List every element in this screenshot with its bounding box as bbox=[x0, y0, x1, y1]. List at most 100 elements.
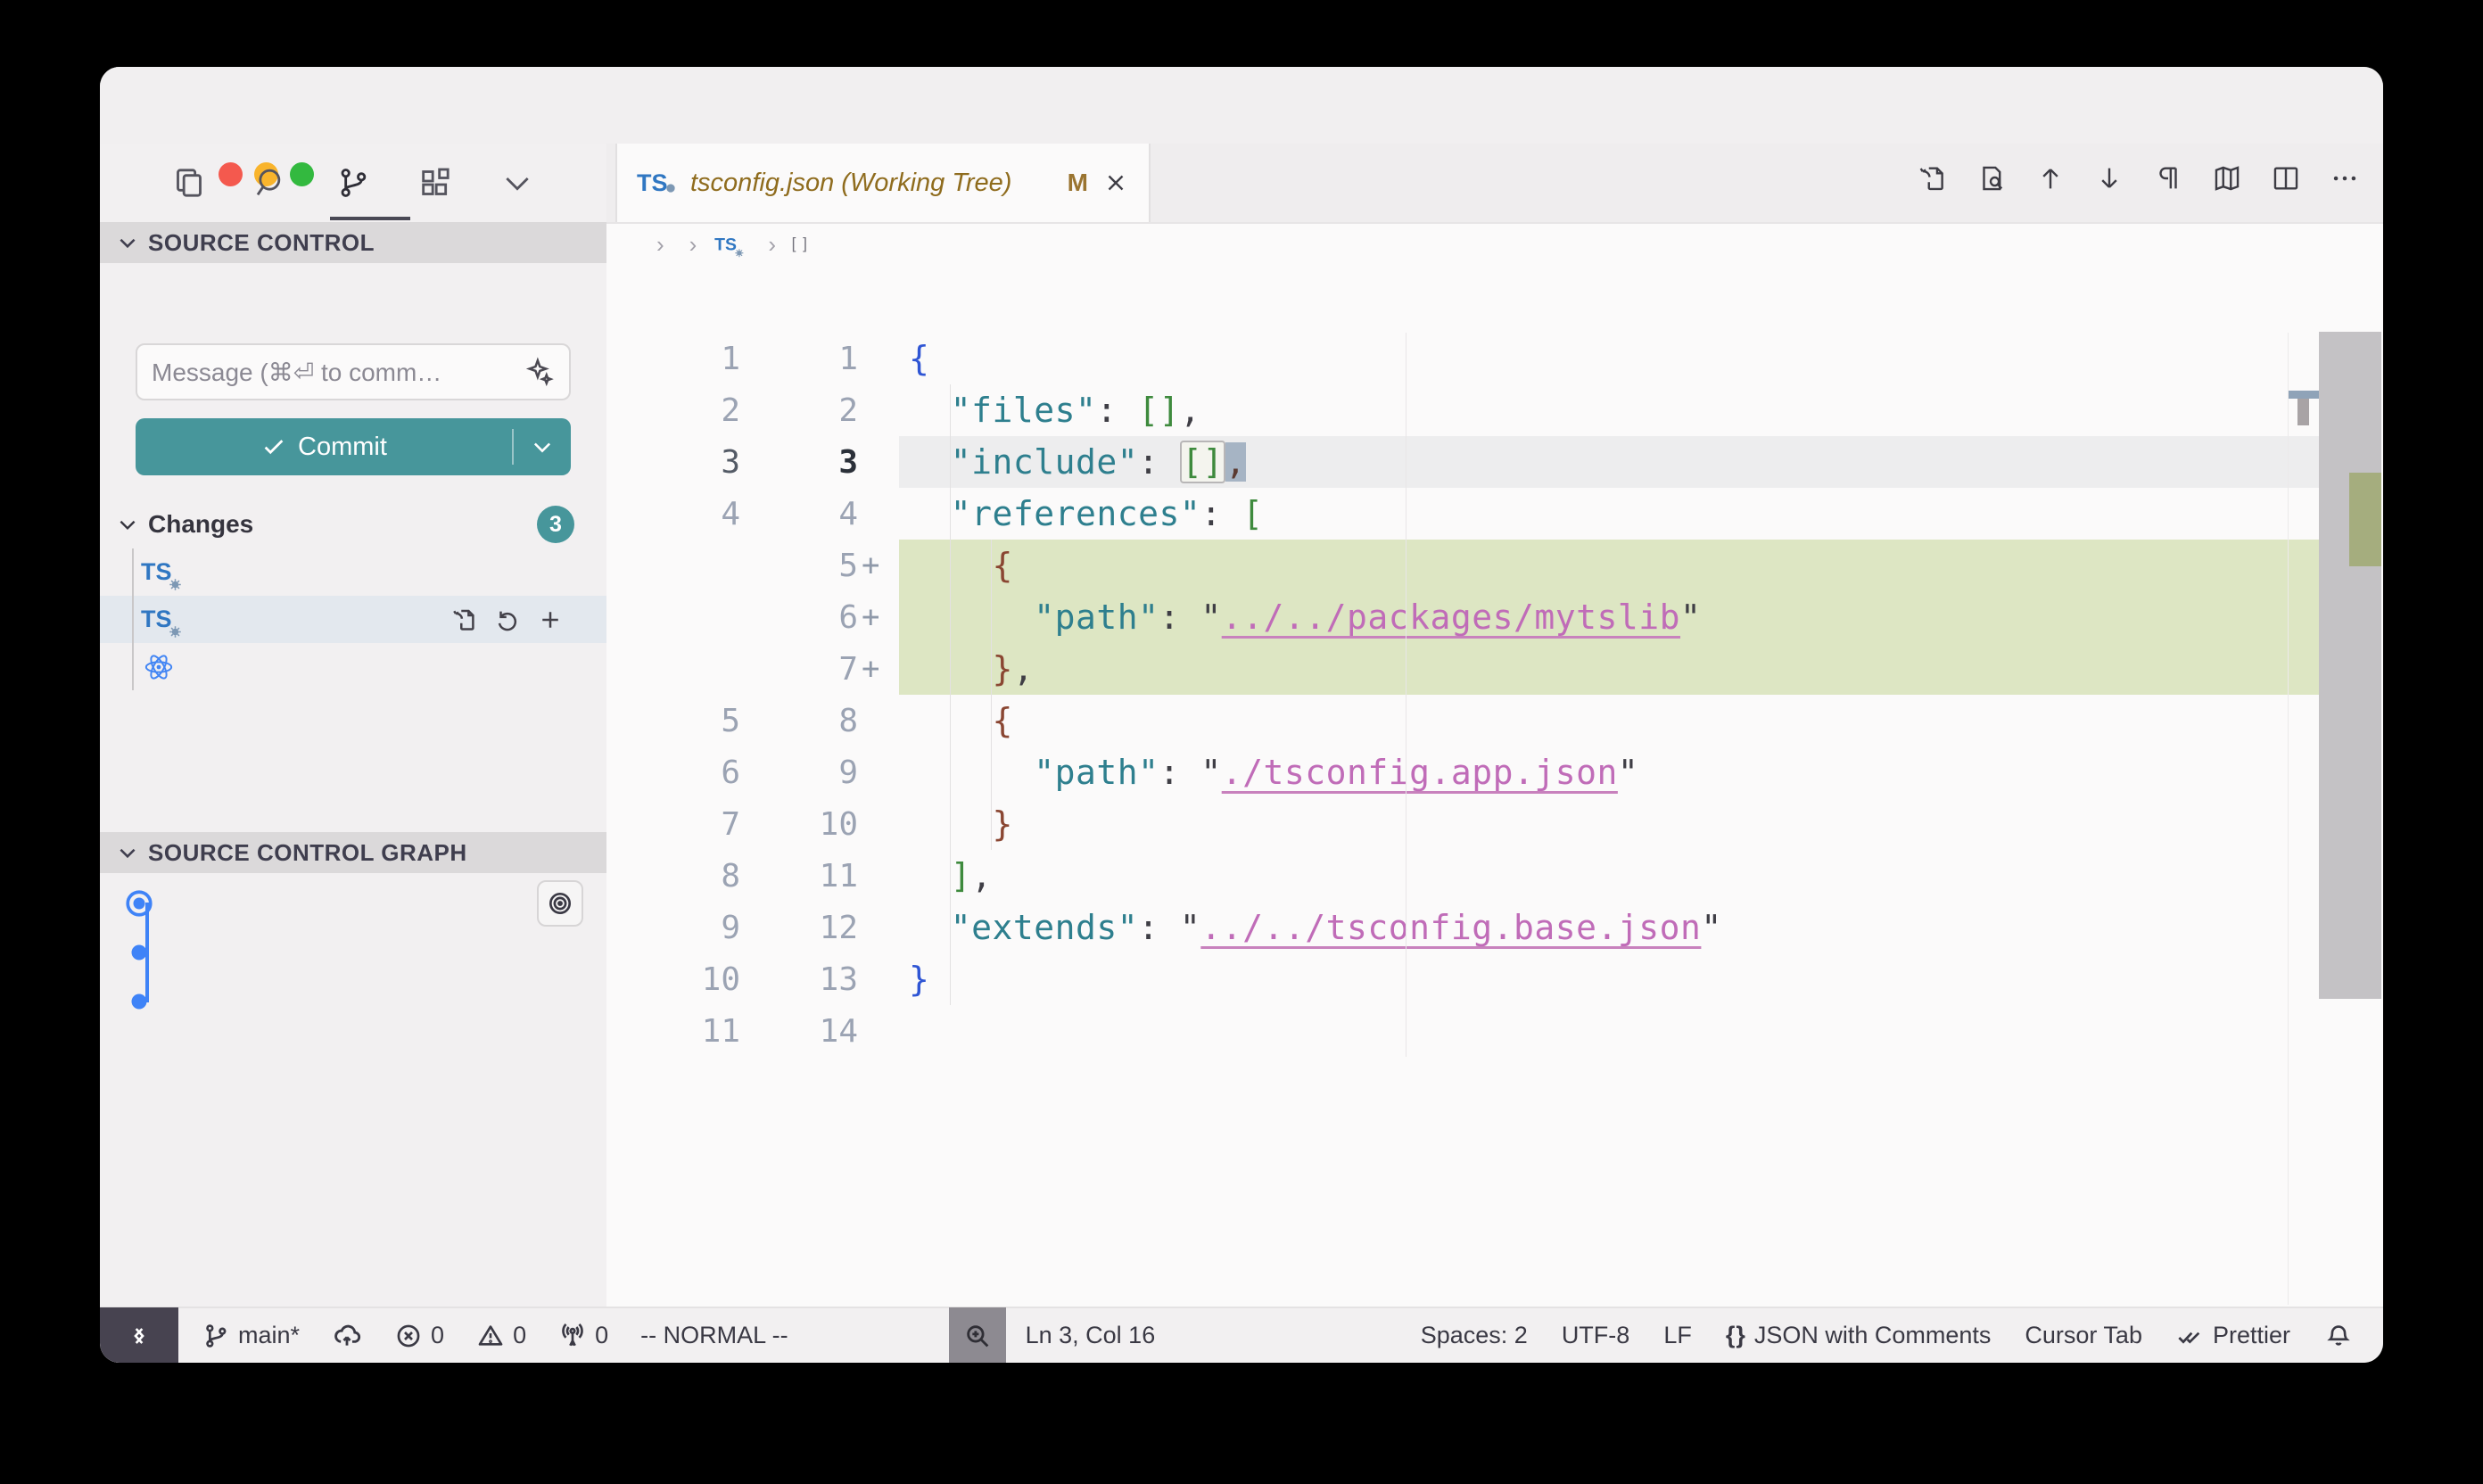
vscode-window: tsmono SOURCE CONTROL Message (⌘⏎ to com… bbox=[100, 67, 2383, 1363]
remote-indicator[interactable] bbox=[100, 1307, 178, 1363]
code-line-2[interactable]: 2 2 "files": [], bbox=[606, 384, 2383, 436]
extensions-icon[interactable] bbox=[417, 165, 453, 201]
goto-commit-target-button[interactable] bbox=[537, 880, 583, 927]
whitespace-pilcrow-icon[interactable] bbox=[2153, 163, 2183, 194]
word-wrap-map-icon[interactable] bbox=[2212, 163, 2242, 194]
warning-icon bbox=[476, 1322, 505, 1350]
code-text: { bbox=[885, 339, 929, 378]
cursor-position[interactable]: Ln 3, Col 16 bbox=[1026, 1322, 1156, 1349]
commit-row[interactable] bbox=[100, 928, 606, 977]
code-line-14[interactable]: 11 14 bbox=[606, 1005, 2383, 1057]
code-line-7[interactable]: 7 + }, bbox=[606, 643, 2383, 695]
editor-toolbar bbox=[1918, 163, 2360, 194]
open-file-icon[interactable] bbox=[451, 606, 478, 633]
braces-icon: {} bbox=[1726, 1322, 1746, 1349]
code-line-8[interactable]: 5 8 { bbox=[606, 695, 2383, 746]
discard-changes-icon[interactable] bbox=[494, 606, 521, 633]
new-line-number: 3 bbox=[740, 444, 858, 481]
status-item[interactable] bbox=[332, 1321, 362, 1351]
status-item-main-[interactable]: main* bbox=[202, 1322, 300, 1350]
code-line-3[interactable]: 3 3 "include": [], bbox=[606, 436, 2383, 488]
status-item-prettier[interactable]: Prettier bbox=[2176, 1322, 2290, 1350]
new-line-number: 9 bbox=[740, 754, 858, 791]
split-editor-icon[interactable] bbox=[2271, 163, 2301, 194]
breadcrumb-item[interactable]: [ ] bbox=[788, 232, 819, 257]
status-item-0[interactable]: 0 bbox=[558, 1322, 608, 1350]
source-control-title: SOURCE CONTROL bbox=[148, 229, 375, 257]
zoom-indicator[interactable] bbox=[949, 1307, 1006, 1363]
code-line-5[interactable]: 5 + { bbox=[606, 540, 2383, 591]
new-line-number: 2 bbox=[740, 392, 858, 429]
commit-label: Commit bbox=[298, 433, 387, 462]
more-actions-icon[interactable] bbox=[2330, 163, 2360, 194]
tab-title: tsconfig.json (Working Tree) bbox=[690, 169, 1053, 198]
tab-tsconfig-working-tree[interactable]: TS tsconfig.json (Working Tree) M bbox=[615, 144, 1151, 222]
status-item-json-with-comments[interactable]: {}JSON with Comments bbox=[1726, 1322, 1992, 1349]
code-diff-view[interactable]: 1 1 { 2 2 "files": [], 3 3 "include": []… bbox=[606, 333, 2383, 1064]
file-row-tsconfig.app.json[interactable]: TS bbox=[100, 548, 606, 596]
commit-message-input[interactable]: Message (⌘⏎ to comm… bbox=[136, 343, 571, 400]
search-view-icon[interactable] bbox=[253, 165, 289, 201]
close-tab-icon[interactable] bbox=[1102, 169, 1129, 196]
code-text: "files": [], bbox=[885, 391, 1200, 430]
old-line-number: 9 bbox=[606, 910, 740, 946]
breadcrumb-separator: › bbox=[768, 231, 776, 259]
status-item-cursor-tab[interactable]: Cursor Tab bbox=[2025, 1322, 2142, 1349]
commit-graph-dot bbox=[100, 986, 178, 1017]
code-text: } bbox=[885, 960, 929, 999]
code-line-6[interactable]: 6 + "path": "../../packages/mytslib" bbox=[606, 591, 2383, 643]
file-row-tsconfig.json[interactable]: TS bbox=[100, 596, 606, 643]
inline-view-icon[interactable] bbox=[1976, 163, 2007, 194]
vertical-scrollbar[interactable] bbox=[2319, 332, 2381, 999]
status-item[interactable] bbox=[2324, 1322, 2353, 1350]
commit-row[interactable] bbox=[100, 977, 606, 1026]
code-text: "extends": "../../tsconfig.base.json" bbox=[885, 908, 1722, 947]
changes-section-header[interactable]: Changes 3 bbox=[100, 504, 606, 545]
status-item--normal-[interactable]: -- NORMAL -- bbox=[640, 1322, 788, 1349]
new-line-number: 1 bbox=[740, 341, 858, 377]
status-item-0[interactable]: 0 bbox=[476, 1322, 526, 1350]
code-line-10[interactable]: 7 10 } bbox=[606, 798, 2383, 850]
code-line-1[interactable]: 1 1 { bbox=[606, 333, 2383, 384]
source-control-graph-header[interactable]: SOURCE CONTROL GRAPH bbox=[100, 832, 606, 873]
indent-guide-level2 bbox=[991, 540, 992, 850]
screenshot-stage: tsmono SOURCE CONTROL Message (⌘⏎ to com… bbox=[0, 0, 2483, 1484]
source-control-sidebar: SOURCE CONTROL Message (⌘⏎ to comm… Comm… bbox=[100, 222, 606, 1307]
previous-change-icon[interactable] bbox=[2035, 163, 2066, 194]
file-row-app.tsx[interactable] bbox=[100, 643, 606, 690]
code-line-9[interactable]: 6 9 "path": "./tsconfig.app.json" bbox=[606, 746, 2383, 798]
new-line-number: 12 bbox=[740, 910, 858, 946]
code-line-11[interactable]: 8 11 ], bbox=[606, 850, 2383, 902]
source-control-section-header[interactable]: SOURCE CONTROL bbox=[100, 222, 606, 263]
breadcrumb-item[interactable]: TS bbox=[709, 229, 755, 260]
sparkle-icon[interactable] bbox=[524, 357, 555, 387]
code-line-12[interactable]: 9 12 "extends": "../../tsconfig.base.jso… bbox=[606, 902, 2383, 953]
changed-files-list: TS TS bbox=[100, 548, 606, 690]
open-file-icon[interactable] bbox=[1918, 163, 1948, 194]
commit-button[interactable]: Commit bbox=[136, 418, 571, 475]
old-line-number: 2 bbox=[606, 392, 740, 429]
source-control-view-icon[interactable] bbox=[335, 165, 371, 201]
explorer-icon[interactable] bbox=[171, 165, 207, 201]
indent-guide-level1 bbox=[950, 384, 951, 1005]
breadcrumb-separator: › bbox=[689, 231, 697, 259]
minimap-mark-vertical bbox=[2297, 399, 2309, 425]
code-text: } bbox=[885, 804, 1013, 844]
old-line-number: 3 bbox=[606, 444, 740, 481]
stage-changes-icon[interactable] bbox=[537, 606, 564, 633]
commit-dropdown-button[interactable] bbox=[512, 429, 571, 465]
minimap-mark-horizontal bbox=[2289, 391, 2319, 399]
chevron-down-icon bbox=[116, 231, 139, 254]
status-item-0[interactable]: 0 bbox=[394, 1322, 444, 1350]
code-line-13[interactable]: 10 13 } bbox=[606, 953, 2383, 1005]
old-line-number: 1 bbox=[606, 341, 740, 377]
code-line-4[interactable]: 4 4 "references": [ bbox=[606, 488, 2383, 540]
old-line-number: 5 bbox=[606, 703, 740, 739]
status-item-utf-8[interactable]: UTF-8 bbox=[1562, 1322, 1630, 1349]
next-change-icon[interactable] bbox=[2094, 163, 2124, 194]
status-item-spaces-2[interactable]: Spaces: 2 bbox=[1421, 1322, 1528, 1349]
commit-row[interactable] bbox=[100, 878, 606, 928]
more-views-chevron-icon[interactable] bbox=[499, 165, 535, 201]
minimap-border bbox=[2288, 333, 2289, 1305]
status-item-lf[interactable]: LF bbox=[1663, 1322, 1692, 1349]
